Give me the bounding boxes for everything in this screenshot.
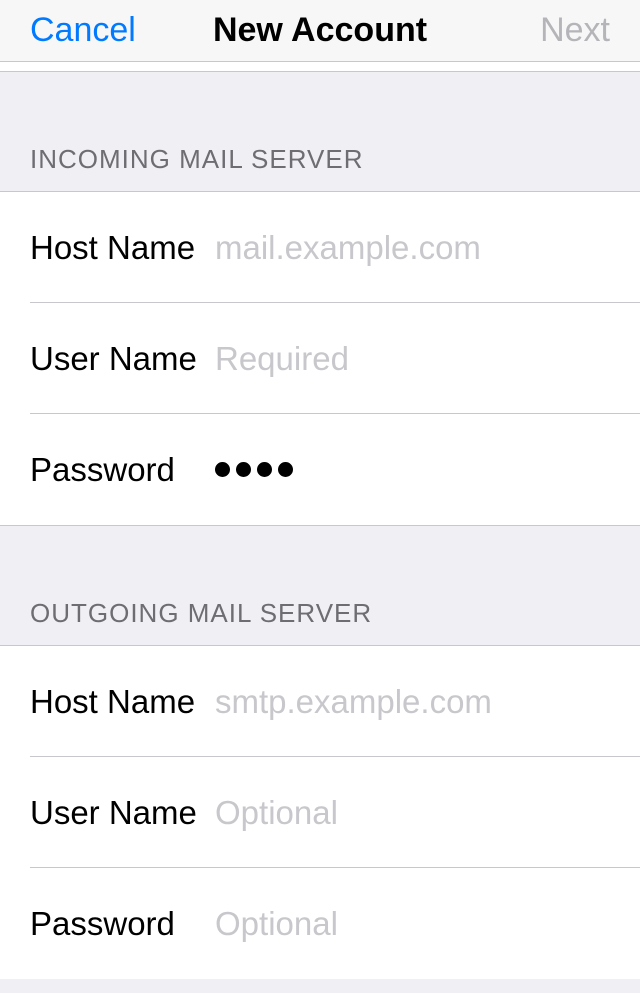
outgoing-header: OUTGOING MAIL SERVER <box>0 526 640 646</box>
incoming-group: Host Name User Name Password <box>0 192 640 526</box>
outgoing-user-input[interactable] <box>215 794 610 832</box>
password-dot-icon <box>278 462 293 477</box>
password-dot-icon <box>257 462 272 477</box>
incoming-password-input[interactable] <box>215 462 293 477</box>
password-dot-icon <box>236 462 251 477</box>
password-dot-icon <box>215 462 230 477</box>
outgoing-group: Host Name User Name Password <box>0 646 640 979</box>
cancel-button[interactable]: Cancel <box>30 11 136 50</box>
navbar: New Account Cancel Next <box>0 0 640 62</box>
outgoing-host-input[interactable] <box>215 683 610 721</box>
incoming-password-label: Password <box>30 451 215 489</box>
incoming-host-input[interactable] <box>215 229 610 267</box>
next-button[interactable]: Next <box>540 11 610 50</box>
outgoing-host-label: Host Name <box>30 683 215 721</box>
strip-divider <box>0 62 640 72</box>
incoming-host-label: Host Name <box>30 229 215 267</box>
outgoing-password-input[interactable] <box>215 905 610 943</box>
outgoing-user-label: User Name <box>30 794 215 832</box>
incoming-user-label: User Name <box>30 340 215 378</box>
outgoing-password-label: Password <box>30 905 215 943</box>
incoming-user-input[interactable] <box>215 340 610 378</box>
incoming-header: INCOMING MAIL SERVER <box>0 72 640 192</box>
